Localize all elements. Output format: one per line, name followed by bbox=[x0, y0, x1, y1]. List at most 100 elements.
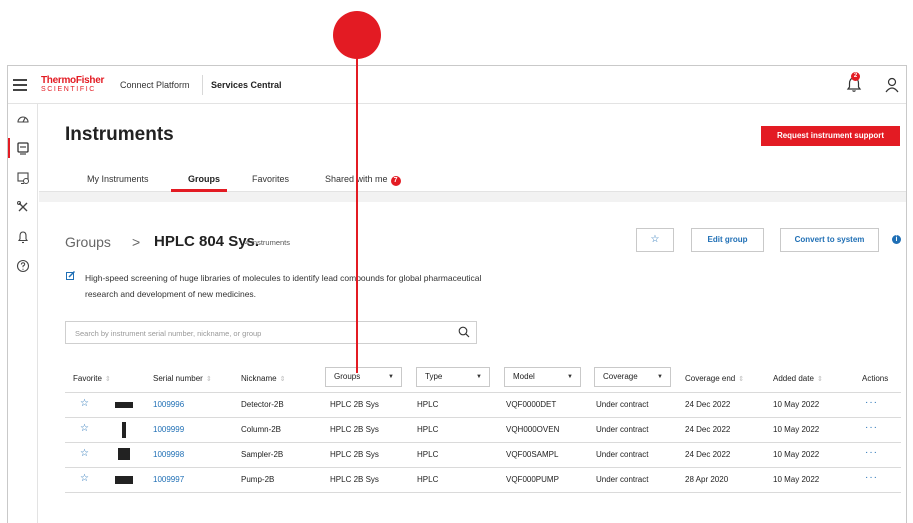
search-icon[interactable] bbox=[458, 326, 470, 338]
type-cell: HPLC bbox=[417, 400, 439, 409]
sort-icon: ⇕ bbox=[205, 376, 212, 383]
group-cell: HPLC 2B Sys bbox=[330, 400, 379, 409]
serial-link[interactable]: 1009996 bbox=[153, 400, 184, 409]
logo-line1: ThermoFisher bbox=[41, 75, 105, 86]
star-icon[interactable]: ☆ bbox=[80, 448, 89, 459]
alert-icon[interactable] bbox=[16, 230, 30, 244]
col-coverage-label: Coverage bbox=[603, 372, 638, 381]
user-icon[interactable] bbox=[884, 76, 900, 94]
col-model-label: Model bbox=[513, 372, 535, 381]
divider bbox=[202, 75, 203, 95]
serial-link[interactable]: 1009998 bbox=[153, 450, 184, 459]
more-icon[interactable]: ··· bbox=[865, 422, 878, 433]
type-cell: HPLC bbox=[417, 425, 439, 434]
coverage-filter-dropdown[interactable]: Coverage ▼ bbox=[594, 367, 671, 387]
tab-shared-with-me[interactable]: Shared with me 7 bbox=[325, 174, 401, 186]
nickname-cell: Column-2B bbox=[241, 425, 282, 434]
col-coverage-end-label: Coverage end bbox=[685, 374, 736, 383]
instrument-thumbnail bbox=[115, 402, 133, 408]
request-support-button[interactable]: Request instrument support bbox=[761, 126, 900, 146]
table-row: ☆ 1009996 Detector-2B HPLC 2B Sys HPLC V… bbox=[65, 393, 901, 417]
tools-icon[interactable] bbox=[16, 200, 30, 214]
chevron-down-icon: ▼ bbox=[657, 374, 663, 380]
model-filter-dropdown[interactable]: Model ▼ bbox=[504, 367, 581, 387]
col-serial[interactable]: Serial number ⇕ bbox=[153, 374, 212, 383]
col-nickname-label: Nickname bbox=[241, 374, 277, 383]
group-cell: HPLC 2B Sys bbox=[330, 450, 379, 459]
instrument-thumbnail bbox=[122, 422, 126, 438]
model-cell: VQF000PUMP bbox=[506, 475, 559, 484]
added-date-cell: 10 May 2022 bbox=[773, 450, 820, 459]
col-added-label: Added date bbox=[773, 374, 814, 383]
dashboard-icon[interactable] bbox=[16, 112, 30, 126]
chevron-down-icon: ▼ bbox=[567, 374, 573, 380]
more-icon[interactable]: ··· bbox=[865, 447, 878, 458]
type-filter-dropdown[interactable]: Type ▼ bbox=[416, 367, 490, 387]
col-favorite-label: Favorite bbox=[73, 374, 102, 383]
edit-icon[interactable] bbox=[66, 271, 75, 280]
table-row: ☆ 1009999 Column-2B HPLC 2B Sys HPLC VQH… bbox=[65, 418, 901, 442]
coverage-end-cell: 24 Dec 2022 bbox=[685, 450, 731, 459]
table-row: ☆ 1009997 Pump-2B HPLC 2B Sys HPLC VQF00… bbox=[65, 468, 901, 492]
tab-groups[interactable]: Groups bbox=[188, 174, 220, 184]
star-icon[interactable]: ☆ bbox=[80, 473, 89, 484]
tab-my-instruments[interactable]: My Instruments bbox=[87, 174, 149, 184]
chevron-down-icon: ▼ bbox=[476, 374, 482, 380]
service-name[interactable]: Services Central bbox=[211, 80, 282, 90]
added-date-cell: 10 May 2022 bbox=[773, 475, 820, 484]
coverage-cell: Under contract bbox=[596, 450, 649, 459]
app-window: ThermoFisher SCIENTIFIC Connect Platform… bbox=[7, 65, 907, 523]
more-icon[interactable]: ··· bbox=[865, 397, 878, 408]
serial-link[interactable]: 1009997 bbox=[153, 475, 184, 484]
page-title: Instruments bbox=[65, 124, 174, 145]
table-row: ☆ 1009998 Sampler-2B HPLC 2B Sys HPLC VQ… bbox=[65, 443, 901, 467]
instrument-icon[interactable] bbox=[16, 141, 30, 155]
platform-name[interactable]: Connect Platform bbox=[120, 80, 190, 90]
favorite-group-button[interactable]: ☆ bbox=[636, 228, 674, 252]
col-added-date[interactable]: Added date ⇕ bbox=[773, 374, 823, 383]
thermofisher-logo[interactable]: ThermoFisher SCIENTIFIC bbox=[41, 76, 104, 94]
top-bar: ThermoFisher SCIENTIFIC Connect Platform… bbox=[8, 66, 906, 104]
convert-to-system-button[interactable]: Convert to system bbox=[780, 228, 879, 252]
notification-badge: 2 bbox=[851, 72, 860, 81]
type-cell: HPLC bbox=[417, 450, 439, 459]
help-icon[interactable] bbox=[16, 259, 30, 273]
serial-link[interactable]: 1009999 bbox=[153, 425, 184, 434]
star-icon: ☆ bbox=[650, 234, 660, 245]
monitor-icon[interactable] bbox=[16, 171, 30, 185]
instrument-count: 4 instruments bbox=[245, 238, 291, 247]
sort-icon: ⇕ bbox=[104, 376, 111, 383]
breadcrumb-groups[interactable]: Groups bbox=[65, 234, 111, 250]
groups-filter-dropdown[interactable]: Groups ▼ bbox=[325, 367, 402, 387]
col-coverage-end[interactable]: Coverage end ⇕ bbox=[685, 374, 744, 383]
active-indicator bbox=[8, 138, 10, 158]
star-icon[interactable]: ☆ bbox=[80, 398, 89, 409]
more-icon[interactable]: ··· bbox=[865, 472, 878, 483]
group-cell: HPLC 2B Sys bbox=[330, 425, 379, 434]
page-header: Instruments Request instrument support M… bbox=[39, 104, 906, 192]
model-cell: VQF0000DET bbox=[506, 400, 557, 409]
col-nickname[interactable]: Nickname ⇕ bbox=[241, 374, 285, 383]
group-cell: HPLC 2B Sys bbox=[330, 475, 379, 484]
annotation-pointer-line bbox=[356, 56, 358, 373]
tab-favorites[interactable]: Favorites bbox=[252, 174, 289, 184]
annotation-marker bbox=[333, 11, 381, 59]
coverage-end-cell: 28 Apr 2020 bbox=[685, 475, 729, 484]
breadcrumb-separator: > bbox=[132, 234, 141, 250]
search-input[interactable] bbox=[75, 326, 435, 340]
left-rail bbox=[8, 104, 38, 523]
col-favorite[interactable]: Favorite ⇕ bbox=[73, 374, 111, 383]
nickname-cell: Pump-2B bbox=[241, 475, 275, 484]
instrument-thumbnail bbox=[118, 448, 130, 460]
hamburger-icon[interactable] bbox=[13, 79, 27, 91]
nickname-cell: Detector-2B bbox=[241, 400, 284, 409]
group-description: High-speed screening of huge libraries o… bbox=[85, 273, 482, 299]
nickname-cell: Sampler-2B bbox=[241, 450, 284, 459]
shared-badge: 7 bbox=[390, 176, 401, 186]
sort-icon: ⇕ bbox=[279, 376, 286, 383]
main-content: Instruments Request instrument support M… bbox=[39, 104, 906, 523]
star-icon[interactable]: ☆ bbox=[80, 423, 89, 434]
search-box bbox=[65, 321, 477, 344]
edit-group-button[interactable]: Edit group bbox=[691, 228, 764, 252]
info-icon[interactable]: i bbox=[892, 235, 901, 244]
